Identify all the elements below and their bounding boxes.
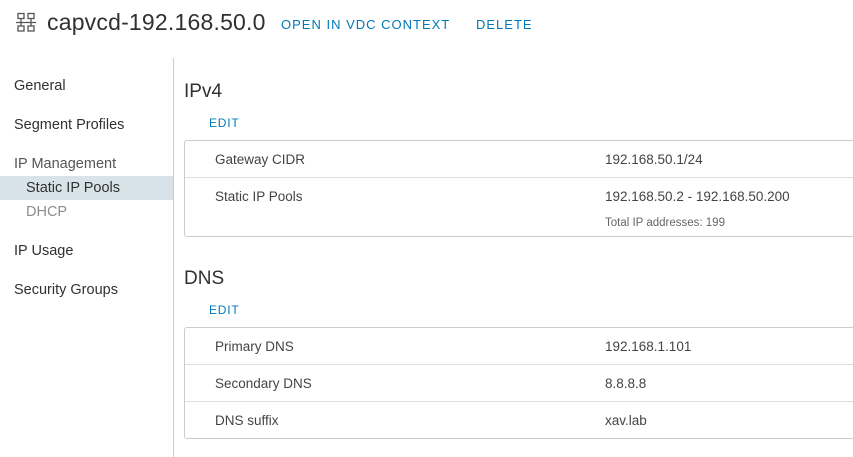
page-title: capvcd-192.168.50.0 [47,9,266,35]
page-header: capvcd-192.168.50.0 OPEN IN VDC CONTEXT … [0,0,853,58]
sidebar-item-ip-usage[interactable]: IP Usage [14,243,73,259]
dns-suffix-row: DNS suffix xav.lab [185,402,853,438]
sidebar-divider [173,58,174,457]
primary-dns-row: Primary DNS 192.168.1.101 [185,328,853,365]
gateway-cidr-value: 192.168.50.1/24 [605,152,703,167]
dns-suffix-value: xav.lab [605,413,647,428]
primary-dns-label: Primary DNS [215,339,294,354]
sidebar-nav: General Segment Profiles IP Management S… [0,58,173,457]
sidebar-item-label: DHCP [26,204,68,220]
ipv4-details-grid: Gateway CIDR 192.168.50.1/24 Static IP P… [184,140,853,237]
dns-edit-button[interactable]: EDIT [209,303,240,317]
static-ip-pools-label: Static IP Pools [215,189,303,204]
sidebar-item-general[interactable]: General [14,78,66,94]
dns-details-grid: Primary DNS 192.168.1.101 Secondary DNS … [184,327,853,439]
ipv4-edit-button[interactable]: EDIT [209,116,240,130]
secondary-dns-label: Secondary DNS [215,376,312,391]
ipv4-section-title: IPv4 [184,81,223,102]
delete-link[interactable]: DELETE [476,17,533,32]
total-ip-addresses-text: Total IP addresses: 199 [605,217,725,229]
secondary-dns-row: Secondary DNS 8.8.8.8 [185,365,853,402]
sidebar-item-security-groups[interactable]: Security Groups [14,282,118,298]
network-segment-icon [16,12,36,32]
secondary-dns-value: 8.8.8.8 [605,376,647,391]
sidebar-group-ip-management: IP Management [14,156,117,172]
dns-suffix-label: DNS suffix [215,413,279,428]
static-ip-pools-row: Static IP Pools 192.168.50.2 - 192.168.5… [185,178,853,236]
dns-section-title: DNS [184,268,225,289]
static-ip-pools-value: 192.168.50.2 - 192.168.50.200 [605,189,790,204]
sidebar-item-static-ip-pools[interactable]: Static IP Pools [0,176,173,200]
sidebar-item-label: Static IP Pools [26,180,121,196]
sidebar-item-segment-profiles[interactable]: Segment Profiles [14,117,124,133]
open-in-vdc-context-link[interactable]: OPEN IN VDC CONTEXT [281,17,450,32]
sidebar-item-dhcp[interactable]: DHCP [0,200,173,224]
gateway-cidr-row: Gateway CIDR 192.168.50.1/24 [185,141,853,178]
primary-dns-value: 192.168.1.101 [605,339,692,354]
gateway-cidr-label: Gateway CIDR [215,152,306,167]
